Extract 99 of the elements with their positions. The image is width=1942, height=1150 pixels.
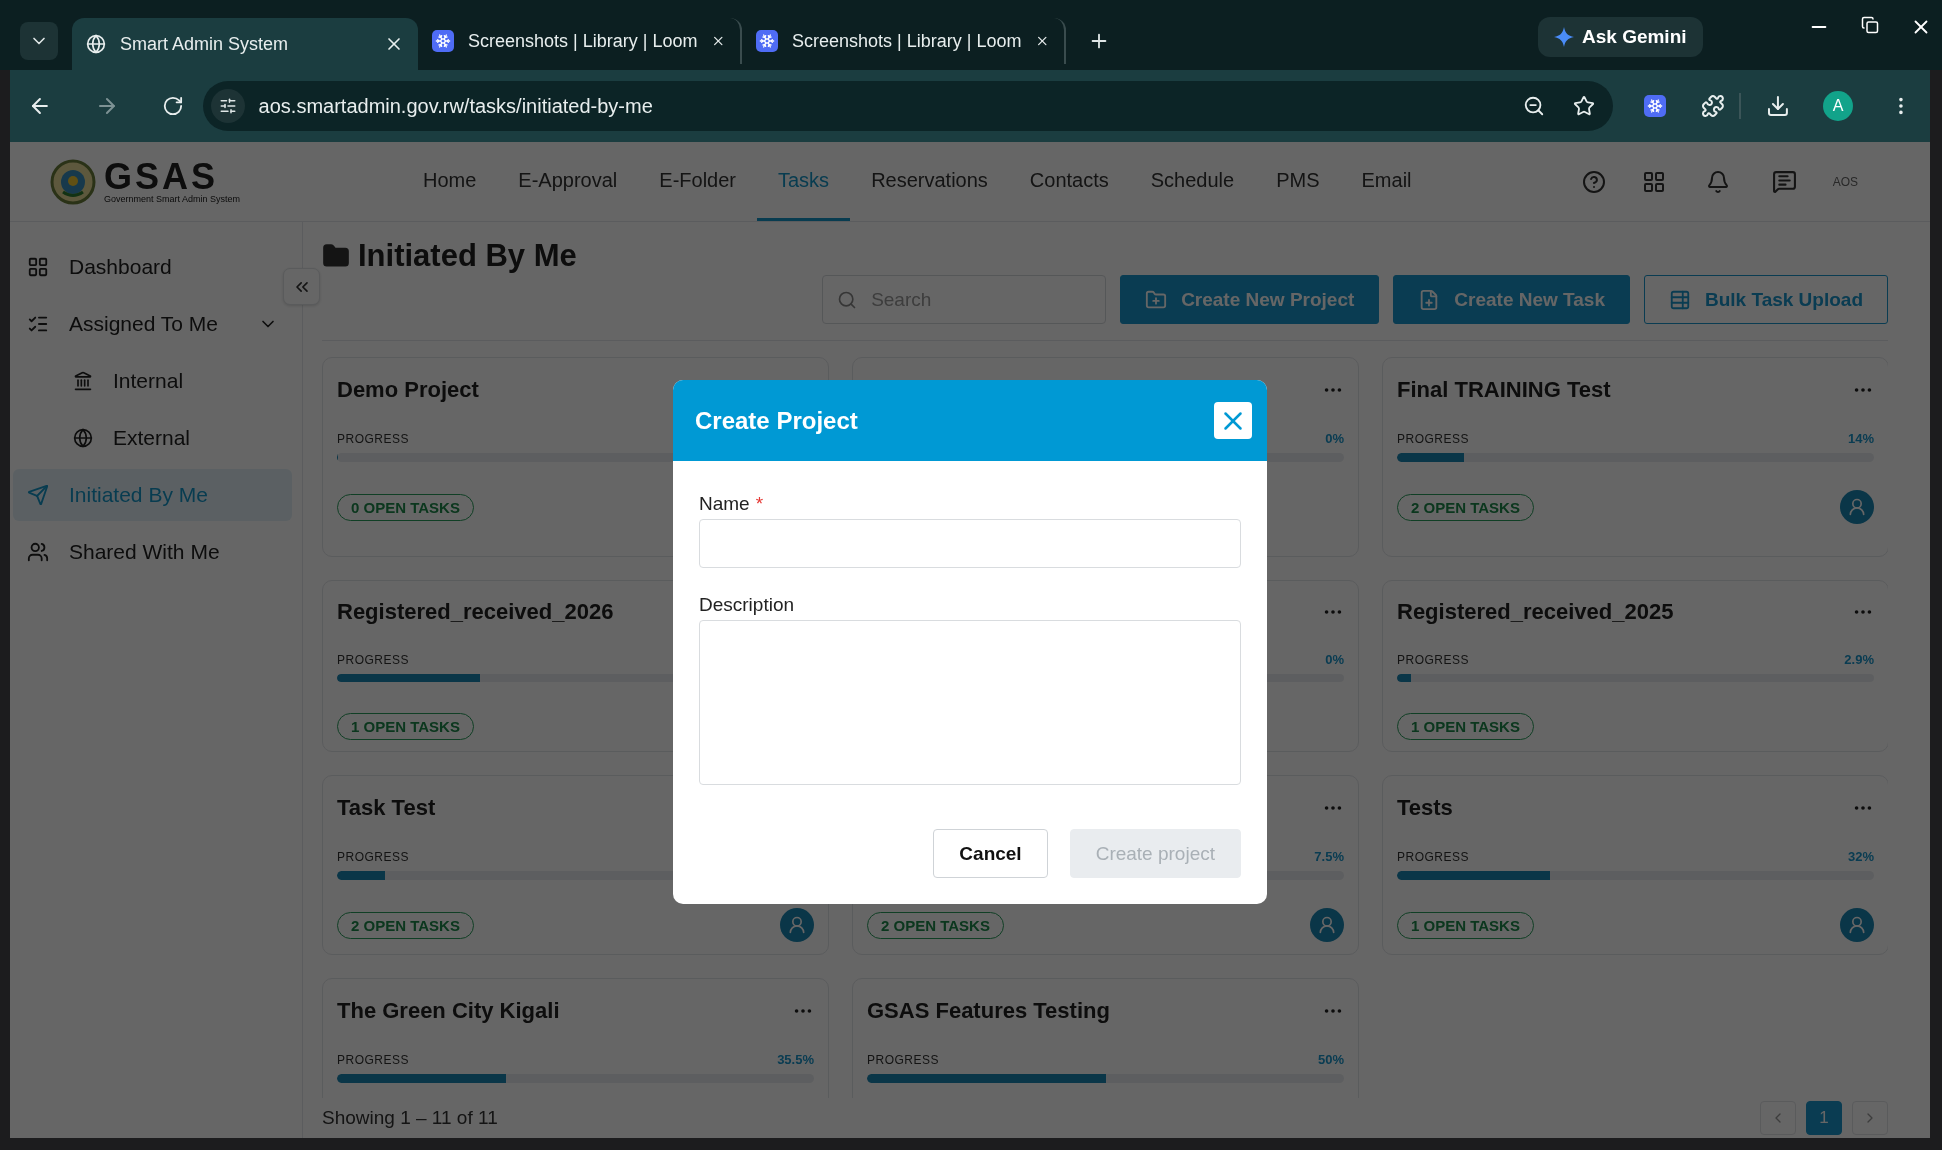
extensions-icon[interactable] <box>1700 94 1725 118</box>
user-icon <box>1847 915 1867 935</box>
folder-icon <box>322 242 350 270</box>
user-icon <box>1847 497 1867 517</box>
download-icon[interactable] <box>1766 94 1791 118</box>
page-title: Initiated By Me <box>358 238 577 274</box>
assignee-button[interactable] <box>1840 908 1874 942</box>
logo-text: GSAS <box>104 159 219 195</box>
cancel-button[interactable]: Cancel <box>933 829 1048 878</box>
sparkle-icon <box>1554 27 1574 47</box>
table-icon <box>1669 288 1691 311</box>
loom-icon <box>756 30 778 52</box>
loom-icon <box>1643 95 1666 117</box>
browser-tab[interactable]: Smart Admin System <box>72 18 418 70</box>
browser-tab[interactable]: Screenshots | Library | Loom <box>742 18 1066 64</box>
user-icon <box>1317 915 1337 935</box>
field-label: Name * <box>699 493 765 515</box>
emblem-icon <box>50 158 96 205</box>
pagination-summary: Showing 1 – 11 of 11 <box>322 1107 498 1129</box>
project-title: Registered_received_2025 <box>1397 599 1674 626</box>
restore-icon[interactable] <box>1861 16 1879 34</box>
browser-tab[interactable]: Screenshots | Library | Loom <box>418 18 742 64</box>
progress-label: PROGRESS <box>337 652 409 667</box>
progress-label: PROGRESS <box>337 432 409 446</box>
field-label: Description <box>699 594 796 616</box>
nav-link[interactable]: Tasks <box>757 142 851 221</box>
toolbar-button[interactable]: Bulk Task Upload <box>1644 275 1888 324</box>
sidebar-item[interactable]: Initiated By Me <box>13 469 292 521</box>
nav-link[interactable]: Home <box>402 142 498 221</box>
progress-percent: 2.9% <box>1844 651 1874 667</box>
sidebar-subitem[interactable]: External <box>13 412 292 464</box>
sidebar-icon <box>27 541 49 563</box>
progress-label: PROGRESS <box>867 1053 939 1067</box>
progress-percent: 14% <box>1847 431 1874 446</box>
tab-list-button[interactable] <box>20 22 58 60</box>
progress-percent: 0% <box>1325 651 1344 667</box>
progress-percent: 35.5% <box>777 1052 814 1067</box>
nav-link[interactable]: E-Folder <box>638 142 757 221</box>
project-card[interactable]: The Green City Kigali PROGRESS 35.5% <box>322 978 829 1098</box>
toolbar-button[interactable]: Create New Project <box>1120 275 1380 324</box>
progress-label: PROGRESS <box>337 1053 409 1067</box>
logo-subtitle: Government Smart Admin System <box>104 195 241 204</box>
progress-label: PROGRESS <box>1397 652 1469 667</box>
nav-link[interactable]: Reservations <box>850 142 1009 221</box>
help-icon[interactable] <box>1581 169 1606 194</box>
page-button[interactable]: 1 <box>1806 1101 1842 1135</box>
user-icon <box>787 915 807 935</box>
project-title: Registered_received_2026 <box>337 599 614 626</box>
progress-label: PROGRESS <box>1397 850 1469 864</box>
sidebar-subitem[interactable]: Internal <box>13 355 292 407</box>
project-card[interactable]: GSAS Features Testing PROGRESS 50% <box>852 978 1359 1098</box>
user-logo-text[interactable]: AOS <box>1832 174 1858 189</box>
progress-percent: 32% <box>1847 849 1874 864</box>
assignee-button[interactable] <box>1310 908 1344 942</box>
progress-percent: 7.5% <box>1314 849 1344 864</box>
project-title: Demo Project <box>337 377 479 403</box>
progress-label: PROGRESS <box>1397 432 1469 446</box>
apps-icon[interactable] <box>1641 169 1666 194</box>
profile-avatar[interactable]: A <box>1823 91 1854 121</box>
name-field[interactable] <box>699 519 1241 568</box>
open-tasks-badge: 2 OPEN TASKS <box>337 911 474 939</box>
progress-label: PROGRESS <box>337 850 409 864</box>
toolbar-button[interactable]: Create New Task <box>1393 275 1630 324</box>
address-bar[interactable]: aos.smartadmin.gov.rw/tasks/initiated-by-me <box>202 81 1613 131</box>
project-title: The Green City Kigali <box>337 998 560 1024</box>
close-button[interactable] <box>1214 402 1252 439</box>
loom-icon <box>432 30 454 52</box>
globe-icon <box>86 34 106 54</box>
progress-percent: 50% <box>1317 1052 1344 1067</box>
gemini-button[interactable]: Ask Gemini <box>1538 17 1703 57</box>
star-icon[interactable] <box>1572 95 1595 117</box>
nav-link[interactable]: E-Approval <box>497 142 639 221</box>
nav-link[interactable]: Schedule <box>1129 142 1256 221</box>
sidebar-icon <box>73 428 93 448</box>
nav-link[interactable]: Email <box>1340 142 1433 221</box>
project-title: GSAS Features Testing <box>867 998 1110 1024</box>
sidebar-item[interactable]: Assigned To Me <box>13 298 292 350</box>
project-title: Tests <box>1397 795 1453 821</box>
project-title: Task Test <box>337 795 436 821</box>
chat-icon[interactable] <box>1771 169 1797 194</box>
notification-icon[interactable] <box>1705 169 1730 194</box>
sidebar-icon <box>27 484 49 506</box>
sidebar-icon <box>73 371 93 391</box>
sidebar-icon <box>27 256 49 278</box>
sidebar-item[interactable]: Shared With Me <box>13 526 292 578</box>
search-icon <box>837 289 858 310</box>
project-title: Final TRAINING Test <box>1397 377 1611 403</box>
zoom-icon[interactable] <box>1522 95 1545 117</box>
progress-percent: 0% <box>1325 431 1344 446</box>
assignee-button[interactable] <box>1840 490 1874 524</box>
folder-plus-icon <box>1145 288 1168 311</box>
sliders-icon <box>218 97 237 115</box>
nav-link[interactable]: PMS <box>1255 142 1341 221</box>
assignee-button[interactable] <box>780 908 814 942</box>
description-field[interactable] <box>699 620 1241 785</box>
collapse-button[interactable] <box>283 268 320 305</box>
site-info-icon[interactable] <box>210 89 245 123</box>
nav-link[interactable]: Contacts <box>1008 142 1130 221</box>
reload-icon[interactable] <box>161 95 184 117</box>
